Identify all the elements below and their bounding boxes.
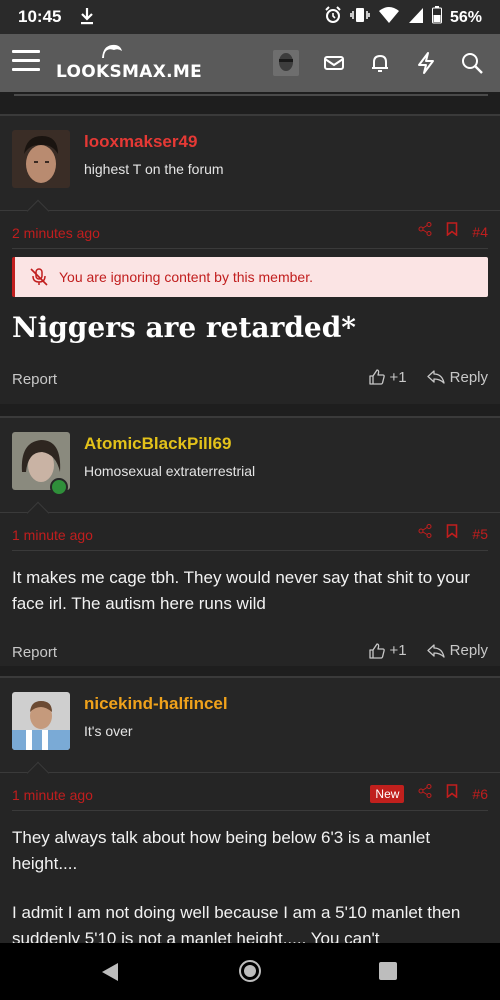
post-footer: Report +1 Reply xyxy=(12,359,488,403)
thumbs-up-icon xyxy=(368,642,385,659)
report-link[interactable]: Report xyxy=(12,644,57,661)
signal-icon xyxy=(408,6,424,29)
post: nicekind-halfincel It's over 1 minute ag… xyxy=(0,676,500,948)
post-body: Niggers are retarded* xyxy=(12,311,356,344)
recents-icon[interactable] xyxy=(379,962,397,980)
post-time[interactable]: 1 minute ago xyxy=(12,787,93,803)
avatar[interactable] xyxy=(12,130,70,188)
search-icon[interactable] xyxy=(460,51,484,75)
post-body: They always talk about how being below 6… xyxy=(12,825,488,951)
share-icon[interactable] xyxy=(418,222,432,241)
online-status-icon xyxy=(50,478,68,496)
post-user-row: AtomicBlackPill69 Homosexual extraterres… xyxy=(0,418,500,525)
reply-button[interactable]: Reply xyxy=(426,368,488,386)
like-button[interactable]: +1 xyxy=(368,368,407,386)
screen: 10:45 56% LOOKSMAX.ME looxmakser49 highe… xyxy=(0,0,500,1000)
post-number[interactable]: #6 xyxy=(472,786,488,802)
ignore-notice: You are ignoring content by this member. xyxy=(12,257,488,297)
post-user-row: looxmakser49 highest T on the forum xyxy=(0,116,500,223)
share-icon[interactable] xyxy=(418,524,432,543)
bookmark-icon[interactable] xyxy=(446,222,458,241)
post-meta: 2 minutes ago #4 xyxy=(12,211,488,249)
bolt-icon[interactable] xyxy=(414,51,438,75)
alarm-icon xyxy=(324,6,342,29)
prev-post-edge xyxy=(0,92,500,114)
status-time: 10:45 xyxy=(18,7,62,26)
home-icon[interactable] xyxy=(239,960,261,982)
post-number[interactable]: #5 xyxy=(472,526,488,542)
reply-icon xyxy=(426,370,445,384)
inbox-icon[interactable] xyxy=(322,51,346,75)
username[interactable]: AtomicBlackPill69 xyxy=(84,434,231,454)
post-time[interactable]: 2 minutes ago xyxy=(12,225,100,241)
back-icon[interactable] xyxy=(101,962,119,987)
post-paragraph: They always talk about how being below 6… xyxy=(12,828,431,873)
avatar[interactable] xyxy=(12,692,70,750)
post-body: It makes me cage tbh. They would never s… xyxy=(12,568,470,613)
post-user-row: nicekind-halfincel It's over xyxy=(0,678,500,785)
user-title: highest T on the forum xyxy=(84,161,224,177)
status-bar: 10:45 56% xyxy=(0,0,500,34)
muted-mic-icon xyxy=(29,267,49,292)
share-icon[interactable] xyxy=(418,784,432,803)
ignore-notice-text: You are ignoring content by this member. xyxy=(59,269,313,285)
app-bar: LOOKSMAX.ME xyxy=(0,34,500,92)
download-icon xyxy=(80,6,94,31)
bookmark-icon[interactable] xyxy=(446,524,458,543)
post: AtomicBlackPill69 Homosexual extraterres… xyxy=(0,416,500,666)
system-nav-bar xyxy=(0,943,500,1000)
menu-button[interactable] xyxy=(12,50,40,74)
reply-button[interactable]: Reply xyxy=(426,642,488,659)
username[interactable]: nicekind-halfincel xyxy=(84,694,228,714)
vibrate-icon xyxy=(350,6,370,29)
bookmark-icon[interactable] xyxy=(446,784,458,803)
reply-label: Reply xyxy=(449,368,488,386)
battery-percent: 56% xyxy=(449,8,482,26)
post-number[interactable]: #4 xyxy=(472,224,488,240)
user-title: It's over xyxy=(84,723,133,739)
like-count: +1 xyxy=(389,642,407,659)
post: looxmakser49 highest T on the forum 2 mi… xyxy=(0,114,500,404)
reply-label: Reply xyxy=(449,642,488,659)
post-meta: 1 minute ago #5 xyxy=(12,513,488,551)
bell-icon[interactable] xyxy=(368,51,392,75)
reply-icon xyxy=(426,643,445,658)
logo-hair-icon xyxy=(102,44,122,58)
avatar[interactable] xyxy=(12,432,70,496)
logo-text: LOOKSMAX.ME xyxy=(56,62,203,82)
post-time[interactable]: 1 minute ago xyxy=(12,527,93,543)
username[interactable]: looxmakser49 xyxy=(84,132,197,152)
new-badge: New xyxy=(370,784,405,803)
post-meta: 1 minute ago New #6 xyxy=(12,773,488,811)
user-title: Homosexual extraterrestrial xyxy=(84,463,256,479)
status-icons: 56% xyxy=(324,6,482,29)
account-avatar[interactable] xyxy=(273,50,299,76)
site-logo[interactable]: LOOKSMAX.ME xyxy=(56,42,202,86)
report-link[interactable]: Report xyxy=(12,371,57,388)
like-button[interactable]: +1 xyxy=(368,642,407,659)
thumbs-up-icon xyxy=(368,369,385,385)
battery-icon xyxy=(431,6,442,29)
wifi-icon xyxy=(378,6,400,29)
like-count: +1 xyxy=(389,368,407,386)
